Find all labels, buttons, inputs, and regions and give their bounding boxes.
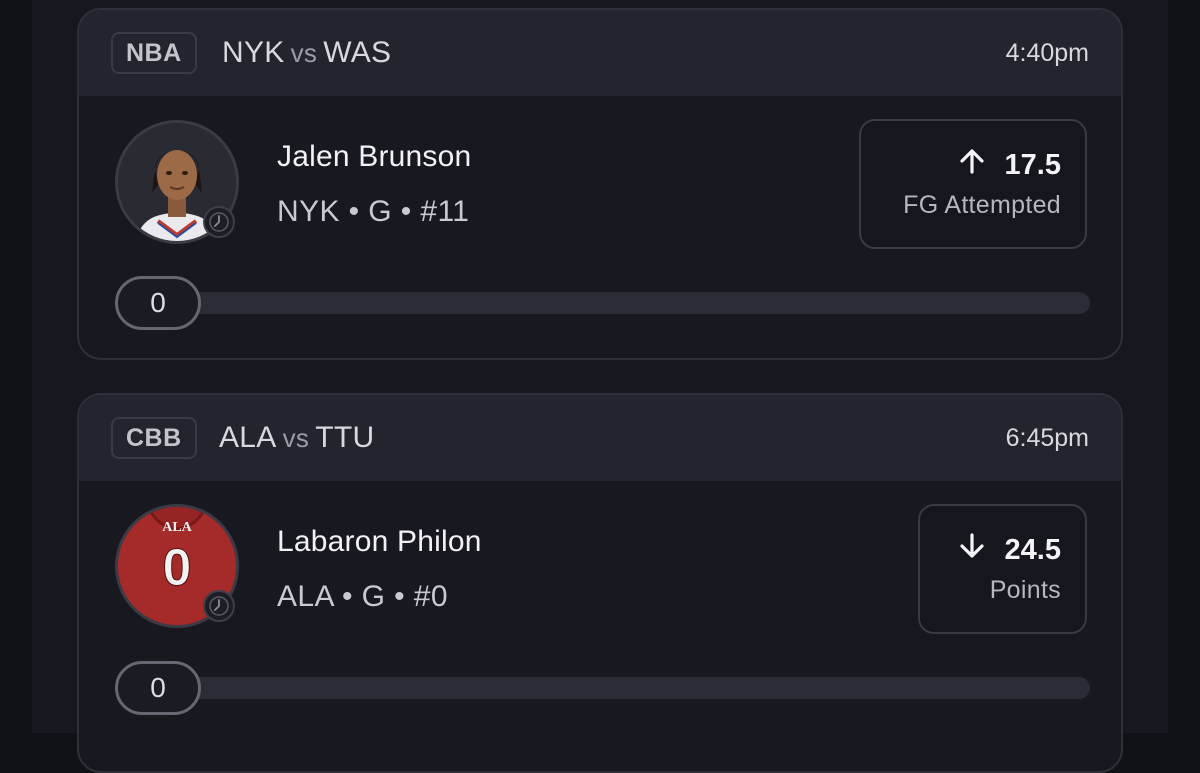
prop-box[interactable]: 17.5 FG Attempted [859, 119, 1087, 249]
league-badge: CBB [111, 417, 197, 459]
away-team: WAS [323, 36, 392, 69]
pick-card[interactable]: CBB ALA vs TTU 6:45pm ALA 0 Labaron Philon… [77, 393, 1123, 773]
prop-box[interactable]: 24.5 Points [918, 504, 1087, 634]
jersey-number: 0 [163, 539, 192, 597]
player-meta: ALA • G • #0 [277, 580, 448, 613]
home-team: NYK [222, 36, 285, 69]
progress-track [115, 677, 1090, 699]
game-time: 6:45pm [1005, 424, 1089, 452]
jersey-text: ALA [162, 520, 192, 535]
prop-line-value: 17.5 [1004, 148, 1061, 181]
prop-line-value: 24.5 [1004, 533, 1061, 566]
progress-track [115, 292, 1090, 314]
clock-icon [203, 590, 235, 622]
vs-label: vs [282, 423, 310, 453]
clock-icon [203, 206, 235, 238]
prop-line: 24.5 [957, 530, 1061, 570]
pick-card[interactable]: NBA NYK vs WAS 4:40pm Jalen Brunson NYK • … [77, 8, 1123, 360]
arrow-up-icon [957, 146, 987, 184]
league-badge: NBA [111, 32, 197, 74]
card-header: CBB ALA vs TTU 6:45pm [79, 395, 1121, 481]
matchup: ALA vs TTU [219, 417, 374, 459]
prop-stat: Points [989, 576, 1061, 604]
prop-line: 17.5 [957, 145, 1061, 185]
arrow-down-icon [957, 531, 987, 569]
player-meta: NYK • G • #11 [277, 195, 470, 228]
matchup: NYK vs WAS [222, 32, 391, 74]
away-team: TTU [315, 421, 375, 454]
game-time: 4:40pm [1005, 39, 1089, 67]
progress-value: 0 [115, 661, 201, 715]
card-header: NBA NYK vs WAS 4:40pm [79, 10, 1121, 96]
progress-value: 0 [115, 276, 201, 330]
home-team: ALA [219, 421, 277, 454]
prop-stat: FG Attempted [903, 191, 1061, 219]
player-name[interactable]: Labaron Philon [277, 523, 482, 561]
vs-label: vs [290, 38, 318, 68]
player-name[interactable]: Jalen Brunson [277, 138, 471, 176]
